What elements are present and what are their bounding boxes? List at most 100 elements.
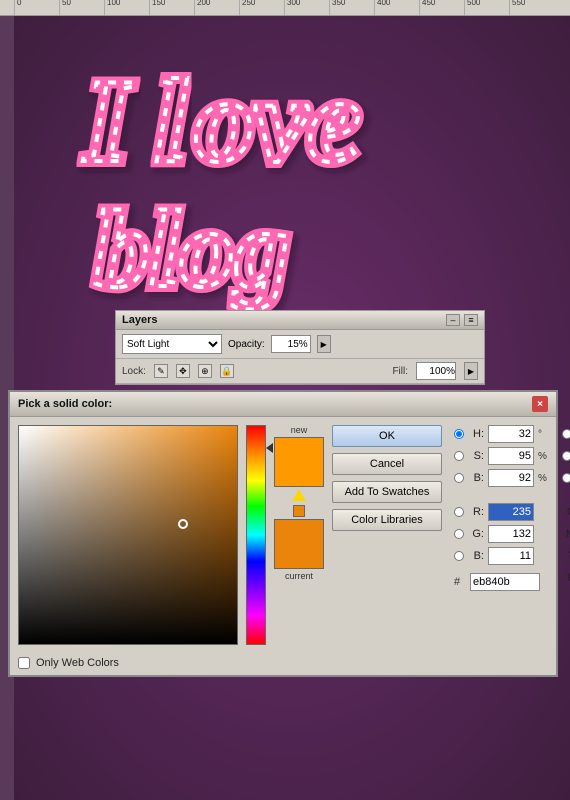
ruler-top: 0 50 100 150 200 250 300 350 400 450 500…	[0, 0, 570, 16]
h-unit: °	[538, 429, 550, 440]
color-current-swatch[interactable]	[274, 519, 324, 569]
fill-arrow[interactable]: ▶	[464, 362, 478, 380]
color-picker-titlebar: Pick a solid color: ×	[10, 390, 556, 417]
opacity-label: Opacity:	[228, 339, 265, 350]
hue-slider-arrow	[266, 443, 273, 453]
h-input[interactable]	[488, 425, 534, 443]
ruler-tick: 550	[509, 0, 554, 15]
b3-field-row: b:	[562, 469, 570, 487]
s-radio[interactable]	[454, 451, 464, 461]
ruler-tick: 300	[284, 0, 329, 15]
layers-minimize-button[interactable]: –	[446, 314, 460, 326]
lab-cmyk-fields: L: a: b: C: % M:	[558, 425, 570, 645]
web-colors-checkbox[interactable]	[18, 657, 30, 669]
candy-word-blog-stripe: blog	[94, 188, 290, 310]
a-field-row: a:	[562, 447, 570, 465]
r-radio[interactable]	[454, 507, 464, 517]
ruler-tick: 50	[59, 0, 104, 15]
y-field-row: Y: %	[562, 547, 570, 565]
add-to-swatches-button[interactable]: Add To Swatches	[332, 481, 442, 503]
fields-divider-2	[562, 491, 570, 499]
warning-icon	[292, 489, 306, 501]
color-libraries-button[interactable]: Color Libraries	[332, 509, 442, 531]
opacity-input[interactable]	[271, 335, 311, 353]
hex-input[interactable]	[470, 573, 540, 591]
g-input[interactable]	[488, 525, 534, 543]
k-label: K:	[562, 572, 570, 584]
picker-cursor	[178, 519, 188, 529]
hue-slider-container	[246, 425, 266, 645]
lock-icon[interactable]: ✎	[154, 364, 168, 378]
picker-buttons: OK Cancel Add To Swatches Color Librarie…	[332, 425, 442, 645]
web-colors-row: Only Web Colors	[10, 653, 556, 675]
layers-controls: Soft Light Opacity: ▶	[116, 330, 484, 359]
color-picker-body: new current OK Cancel Add To Swatches Co…	[10, 417, 556, 653]
layers-title: Layers	[122, 314, 157, 326]
h-radio[interactable]	[454, 429, 464, 439]
b-input[interactable]	[488, 469, 534, 487]
lock-row: Lock: ✎ ✥ ⊕ 🔒 Fill: ▶	[116, 359, 484, 384]
fields-divider	[454, 491, 550, 499]
blend-mode-select[interactable]: Soft Light	[122, 334, 222, 354]
b-label: B:	[468, 472, 484, 484]
position-icon[interactable]: ⊕	[198, 364, 212, 378]
b-field-row: B: %	[454, 469, 550, 487]
ruler-tick: 500	[464, 0, 509, 15]
layers-titlebar: Layers – ≡	[116, 311, 484, 330]
c-label: C:	[562, 506, 570, 518]
candy-text-image: I I l l ove ove blog blog	[34, 31, 544, 321]
cancel-button[interactable]: Cancel	[332, 453, 442, 475]
a-radio[interactable]	[562, 451, 570, 461]
b2-radio[interactable]	[454, 551, 464, 561]
b-radio[interactable]	[454, 473, 464, 483]
g-label: G:	[468, 528, 484, 540]
s-unit: %	[538, 451, 550, 462]
g-field-row: G:	[454, 525, 550, 543]
color-current-label: current	[285, 571, 313, 581]
warning-group	[292, 489, 306, 517]
ruler-inner: 0 50 100 150 200 250 300 350 400 450 500…	[0, 0, 570, 15]
s-field-row: S: %	[454, 447, 550, 465]
b2-input[interactable]	[488, 547, 534, 565]
b2-field-row: B:	[454, 547, 550, 565]
web-colors-label: Only Web Colors	[36, 657, 119, 669]
ruler-tick: 350	[329, 0, 374, 15]
color-picker-close-button[interactable]: ×	[532, 396, 548, 412]
b-unit: %	[538, 473, 550, 484]
warning-small-square[interactable]	[293, 505, 305, 517]
m-field-row: M: %	[562, 525, 570, 543]
l-field-row: L:	[562, 425, 570, 443]
color-new-label: new	[291, 425, 308, 435]
ok-button[interactable]: OK	[332, 425, 442, 447]
b3-radio[interactable]	[562, 473, 570, 483]
m-label: M:	[562, 528, 570, 540]
hue-slider[interactable]	[246, 425, 266, 645]
ruler-tick: 0	[14, 0, 59, 15]
g-radio[interactable]	[454, 529, 464, 539]
hex-row: #	[454, 573, 550, 591]
r-input[interactable]	[488, 503, 534, 521]
color-gradient-picker[interactable]	[18, 425, 238, 645]
color-new-swatch[interactable]	[274, 437, 324, 487]
r-field-row: R:	[454, 503, 550, 521]
fill-input[interactable]	[416, 362, 456, 380]
candy-letter-i-stripe: I	[82, 54, 135, 187]
layers-menu-button[interactable]: ≡	[464, 314, 478, 326]
move-icon[interactable]: ✥	[176, 364, 190, 378]
opacity-arrow[interactable]: ▶	[317, 335, 331, 353]
ruler-tick: 150	[149, 0, 194, 15]
s-label: S:	[468, 450, 484, 462]
color-picker-dialog: Pick a solid color: × new current	[8, 390, 558, 677]
layers-title-right: – ≡	[446, 314, 478, 326]
k-field-row: K: %	[562, 569, 570, 587]
s-input[interactable]	[488, 447, 534, 465]
layers-title-left: Layers	[122, 314, 157, 326]
h-label: H:	[468, 428, 484, 440]
l-radio[interactable]	[562, 429, 570, 439]
r-label: R:	[468, 506, 484, 518]
c-field-row: C: %	[562, 503, 570, 521]
ruler-tick: 200	[194, 0, 239, 15]
shield-icon[interactable]: 🔒	[220, 364, 234, 378]
fill-label: Fill:	[392, 366, 408, 377]
layers-panel: Layers – ≡ Soft Light Opacity: ▶ Lock: ✎…	[115, 310, 485, 385]
